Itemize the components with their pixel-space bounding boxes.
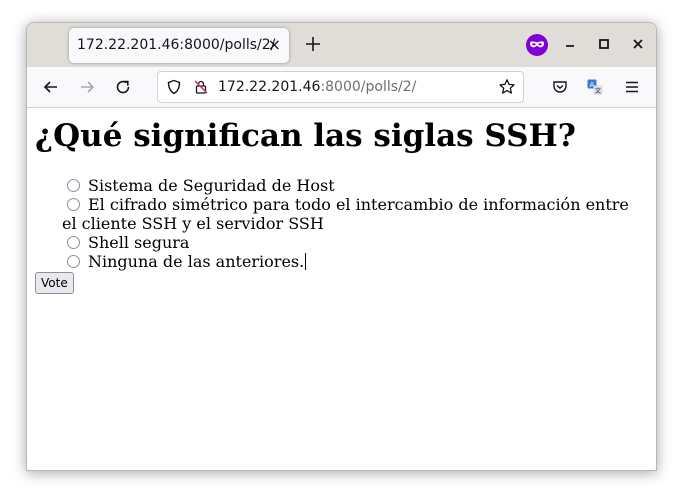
choice-label[interactable]: Ninguna de las anteriores. [88, 252, 304, 271]
plus-icon[interactable] [303, 34, 323, 54]
choice-item[interactable]: Sistema de Seguridad de Host [35, 176, 635, 195]
url-bar[interactable]: 172.22.201.46:8000/polls/2/ [157, 71, 524, 103]
text-cursor [305, 253, 307, 270]
star-icon[interactable] [498, 78, 516, 96]
url-text[interactable]: 172.22.201.46:8000/polls/2/ [218, 79, 416, 95]
radio-button[interactable] [67, 236, 80, 249]
reload-icon[interactable] [114, 78, 132, 96]
hamburger-menu-icon[interactable] [623, 78, 641, 96]
tab-strip: 172.22.201.46:8000/polls/2/ × [27, 23, 656, 67]
close-icon[interactable] [630, 36, 646, 52]
page-content: ¿Qué significan las siglas SSH? Sistema … [27, 108, 656, 470]
arrow-right-icon[interactable] [78, 78, 96, 96]
insecure-lock-icon[interactable] [193, 79, 209, 95]
pocket-icon[interactable] [551, 78, 569, 96]
arrow-left-icon[interactable] [42, 78, 60, 96]
private-browsing-mask-icon [526, 34, 548, 56]
tab-active[interactable]: 172.22.201.46:8000/polls/2/ × [69, 28, 289, 63]
radio-button[interactable] [67, 198, 80, 211]
radio-button[interactable] [67, 179, 80, 192]
choice-label[interactable]: Shell segura [88, 233, 189, 252]
tab-close-icon[interactable]: × [268, 35, 281, 55]
translate-icon[interactable]: A 文 [586, 78, 604, 96]
choice-item[interactable]: Shell segura [35, 233, 635, 252]
choice-label[interactable]: El cifrado simétrico para todo el interc… [62, 195, 629, 233]
browser-window: 172.22.201.46:8000/polls/2/ × 172.22.201… [26, 22, 657, 471]
url-host: 172.22.201.46 [218, 79, 321, 95]
choice-label[interactable]: Sistema de Seguridad de Host [88, 176, 335, 195]
tab-title: 172.22.201.46:8000/polls/2/ [77, 37, 276, 53]
maximize-icon[interactable] [596, 36, 612, 52]
tracking-protection-shield-icon[interactable] [166, 79, 182, 95]
radio-button[interactable] [67, 255, 80, 268]
navigation-toolbar: 172.22.201.46:8000/polls/2/ A 文 [27, 67, 656, 108]
poll-question: ¿Qué significan las siglas SSH? [35, 118, 576, 154]
minimize-icon[interactable] [562, 36, 578, 52]
vote-button[interactable]: Vote [35, 272, 74, 294]
choice-item[interactable]: El cifrado simétrico para todo el interc… [35, 195, 635, 233]
svg-text:文: 文 [595, 87, 601, 95]
choice-item[interactable]: Ninguna de las anteriores. [35, 252, 635, 271]
choices-list: Sistema de Seguridad de Host El cifrado … [35, 176, 635, 271]
url-path: :8000/polls/2/ [320, 79, 417, 95]
